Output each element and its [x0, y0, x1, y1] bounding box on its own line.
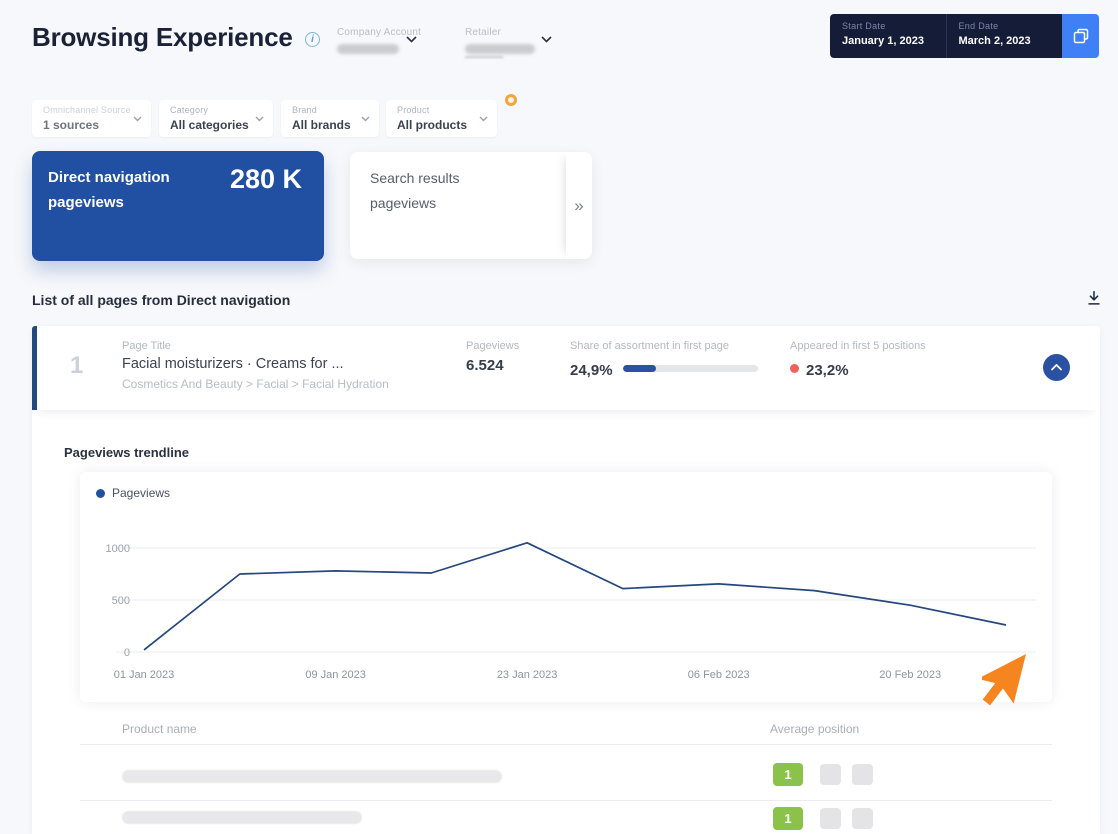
metric-card-direct-navigation[interactable]: Direct navigation pageviews 280 K [32, 151, 324, 261]
filter-product[interactable]: Product All products [386, 100, 497, 137]
metric-label: Direct navigation pageviews [48, 169, 170, 212]
position-empty-cell [852, 764, 873, 785]
breadcrumb: Cosmetics And Beauty > Facial > Facial H… [122, 377, 389, 391]
position-badge: 1 [773, 807, 803, 830]
retailer-value-underline [465, 56, 503, 58]
start-date-field[interactable]: Start Date January 1, 2023 [830, 14, 946, 58]
chevron-down-icon [133, 116, 142, 122]
share-progress-bar [622, 364, 758, 372]
chevron-down-icon[interactable] [406, 36, 417, 43]
appeared-value: 23,2% [806, 362, 849, 379]
svg-text:06 Feb 2023: 06 Feb 2023 [688, 669, 750, 681]
share-label: Share of assortment in first page [570, 340, 729, 352]
filter-brand[interactable]: Brand All brands [281, 100, 379, 137]
page-row-1[interactable]: 1 Page Title Facial moisturizers · Cream… [32, 326, 1100, 410]
filter-category[interactable]: Category All categories [159, 100, 273, 137]
product-name-redacted [122, 811, 362, 824]
end-date-value: March 2, 2023 [958, 35, 1031, 47]
table-divider [80, 800, 1052, 801]
pageviews-label: Pageviews [466, 340, 520, 352]
chevron-down-icon[interactable] [541, 36, 552, 43]
position-empty-cell [820, 808, 841, 829]
column-header-average-position: Average position [770, 722, 860, 736]
section-title: List of all pages from Direct navigation [32, 292, 291, 308]
retailer-dropdown[interactable]: Retailer [465, 27, 535, 58]
chevron-up-icon [1051, 364, 1062, 371]
metric-value: 280 K [229, 164, 302, 194]
pageviews-trend-chart: 0 500 1000 01 Jan 2023 09 Jan 2023 23 Jan 202… [106, 541, 1036, 681]
chart-legend: Pageviews [96, 486, 170, 500]
browsing-experience-screen: Browsing Experience i Company Account Re… [0, 0, 1118, 834]
warning-status-icon [505, 94, 517, 106]
table-divider [80, 744, 1052, 745]
metric-label: Search results pageviews [370, 170, 460, 211]
share-value: 24,9% [570, 362, 613, 379]
filter-value: All categories [170, 118, 249, 132]
pageviews-value: 6.524 [466, 357, 504, 374]
product-name-redacted [122, 770, 502, 783]
filter-label: Product [397, 105, 430, 115]
svg-text:23 Jan 2023: 23 Jan 2023 [497, 669, 558, 681]
info-icon[interactable]: i [305, 32, 320, 47]
svg-text:0: 0 [124, 647, 130, 659]
expand-cards-button[interactable]: » [574, 197, 583, 214]
svg-text:1000: 1000 [106, 543, 130, 555]
trendline-title: Pageviews trendline [64, 445, 189, 460]
chevron-down-icon [361, 116, 370, 122]
download-button[interactable] [1084, 289, 1104, 309]
date-range-picker: Start Date January 1, 2023 End Date Marc… [830, 14, 1062, 58]
cards-expand-strip: » [566, 152, 592, 259]
start-date-label: Start Date [842, 21, 886, 31]
chevron-down-icon [479, 116, 488, 122]
share-group: Share of assortment in first page 24,9% [570, 340, 758, 379]
position-empty-cell [820, 764, 841, 785]
filter-label: Brand [292, 105, 318, 115]
page-title: Browsing Experience [32, 22, 293, 52]
filter-value: 1 sources [43, 118, 100, 132]
svg-text:500: 500 [112, 595, 130, 607]
legend-dot-icon [96, 488, 105, 498]
page-title-label: Page Title [122, 340, 171, 352]
filter-value: All products [397, 118, 468, 132]
position-empty-cell [852, 808, 873, 829]
retailer-label: Retailer [465, 27, 502, 38]
svg-text:20 Feb 2023: 20 Feb 2023 [879, 669, 941, 681]
legend-label: Pageviews [112, 486, 171, 500]
column-header-product-name: Product name [122, 722, 197, 736]
calendar-overlap-icon [1073, 28, 1088, 44]
collapse-row-button[interactable] [1043, 354, 1070, 381]
row-rank: 1 [70, 352, 84, 379]
svg-text:01 Jan 2023: 01 Jan 2023 [114, 669, 175, 681]
start-date-value: January 1, 2023 [842, 35, 924, 47]
appeared-label: Appeared in first 5 positions [790, 340, 926, 352]
filter-omnichannel-source[interactable]: Omnichannel Source 1 sources [32, 100, 151, 137]
page-title-group: Page Title Facial moisturizers · Creams … [122, 340, 389, 391]
metric-card-search-results[interactable]: Search results pageviews » [350, 152, 592, 259]
svg-text:09 Jan 2023: 09 Jan 2023 [305, 669, 366, 681]
download-icon [1088, 290, 1100, 305]
row-accent-bar [32, 326, 37, 410]
filter-label: Category [170, 105, 209, 115]
trendline-chart-card: Pageviews 0 500 1000 01 Jan 2023 09 Jan 2023… [80, 472, 1052, 702]
pageviews-group: Pageviews 6.524 [466, 340, 519, 374]
filter-value: All brands [292, 118, 351, 132]
page-title-value: Facial moisturizers · Creams for ... [122, 356, 344, 372]
company-account-value-redacted [337, 44, 399, 54]
red-status-icon [790, 363, 799, 373]
appeared-group: Appeared in first 5 positions 23,2% [790, 340, 926, 379]
date-picker-button[interactable] [1062, 14, 1099, 58]
retailer-value-redacted [465, 44, 535, 54]
end-date-label: End Date [958, 21, 999, 31]
share-progress-fill [622, 364, 657, 372]
chevron-down-icon [255, 116, 264, 122]
position-badge: 1 [773, 763, 803, 786]
filter-label: Omnichannel Source [43, 105, 131, 115]
pages-list-panel: 1 Page Title Facial moisturizers · Cream… [32, 326, 1100, 834]
end-date-field[interactable]: End Date March 2, 2023 [945, 14, 1063, 58]
